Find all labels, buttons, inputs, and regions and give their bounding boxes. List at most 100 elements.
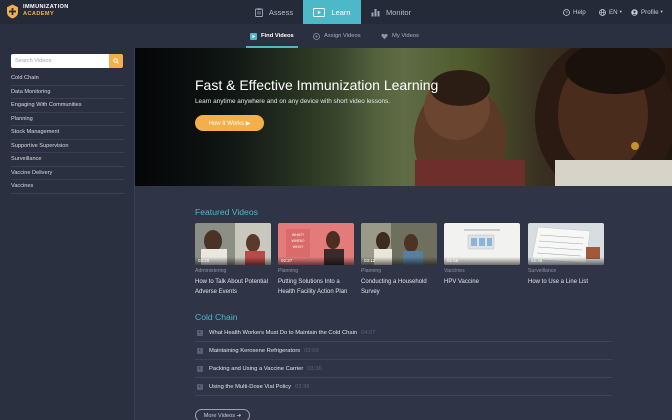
video-card[interactable]: 01:56 Vaccines HPV Vaccine	[444, 223, 520, 288]
video-title[interactable]: Putting Solutions Into a Health Facility…	[278, 278, 354, 297]
video-icon	[250, 32, 257, 40]
tab-find-videos-label: Find Videos	[261, 33, 294, 39]
list-item-title: What Health Workers Must Do to Maintain …	[209, 329, 358, 336]
brand[interactable]: IMMUNIZATION ACADEMY	[6, 4, 69, 19]
top-nav: IMMUNIZATION ACADEMY Assess Learn Monito…	[0, 0, 672, 24]
clipboard-icon	[254, 7, 263, 17]
main-tabs: Assess Learn Monitor	[245, 0, 421, 24]
search-input[interactable]	[11, 54, 109, 68]
tab-assign-videos[interactable]: Assign Videos	[313, 24, 361, 48]
video-card[interactable]: 03:12 Planning Conducting a Household Su…	[361, 223, 437, 297]
video-thumbnail[interactable]: 01:56	[444, 223, 520, 265]
svg-text:WHO?: WHO?	[293, 245, 304, 249]
svg-text:WHEN?: WHEN?	[292, 239, 305, 243]
cold-chain-video-list: What Health Workers Must Do to Maintain …	[195, 324, 612, 396]
list-item[interactable]: Packing and Using a Vaccine Carrier 03:3…	[195, 360, 612, 378]
language-label: EN	[609, 8, 618, 16]
help-label: Help	[573, 8, 586, 16]
video-duration: 02:45	[531, 258, 543, 263]
video-category: Administering	[195, 268, 227, 274]
sidebar-item-cold-chain[interactable]: Cold Chain	[11, 72, 124, 86]
help-icon: ?	[563, 8, 570, 16]
list-item[interactable]: What Health Workers Must Do to Maintain …	[195, 324, 612, 342]
video-duration: 01:56	[447, 258, 459, 263]
video-thumbnail[interactable]: 03:12	[361, 223, 437, 265]
tab-my-videos-label: My Videos	[392, 33, 419, 39]
sidebar-item-planning[interactable]: Planning	[11, 113, 124, 126]
svg-text:?: ?	[565, 10, 568, 15]
video-thumbnail[interactable]: WHAT? WHEN? WHO? 02:27	[278, 223, 354, 265]
video-category: Planning	[278, 268, 299, 274]
sidebar-item-supportive-supervision[interactable]: Supportive Supervision	[11, 140, 124, 153]
list-item-title: Using the Multi-Dose Vial Policy	[209, 383, 292, 390]
list-item-title: Packing and Using a Vaccine Carrier	[209, 365, 304, 372]
tab-learn-label: Learn	[331, 7, 351, 17]
video-category: Vaccines	[444, 268, 465, 274]
video-search	[11, 54, 123, 68]
list-item-title: Maintaining Kerosene Refrigerators	[209, 347, 301, 354]
play-icon	[197, 347, 203, 354]
hero-banner: Fast & Effective Immunization Learning L…	[135, 48, 672, 186]
sidebar-item-surveillance[interactable]: Surveillance	[11, 153, 124, 167]
play-icon	[197, 329, 203, 336]
video-duration: 03:20	[198, 258, 210, 263]
heart-icon	[381, 33, 388, 40]
sidebar-item-engaging-with-communities[interactable]: Engaging With Communities	[11, 99, 124, 113]
video-category: Surveillance	[528, 268, 557, 274]
video-card[interactable]: 02:45 Surveillance How to Use a Line Lis…	[528, 223, 604, 288]
search-button[interactable]	[109, 54, 123, 68]
sidebar-item-data-monitoring[interactable]: Data Monitoring	[11, 86, 124, 99]
assign-icon	[313, 32, 320, 40]
list-item-duration: 04:07	[361, 329, 376, 336]
help-link[interactable]: ? Help	[563, 0, 586, 24]
category-list: Cold Chain Data Monitoring Engaging With…	[11, 72, 124, 194]
how-it-works-button[interactable]: How It Works ▶	[195, 115, 264, 131]
profile-label: Profile	[641, 8, 659, 16]
video-duration: 03:12	[364, 258, 376, 263]
tab-learn[interactable]: Learn	[303, 0, 361, 24]
play-screen-icon	[313, 7, 326, 17]
play-icon	[197, 383, 203, 390]
immunization-academy-logo	[6, 4, 19, 19]
video-card[interactable]: 03:20 Administering How to Talk About Po…	[195, 223, 271, 297]
video-title[interactable]: How to Talk About Potential Adverse Even…	[195, 278, 271, 297]
list-item-duration: 03:36	[295, 383, 310, 390]
user-icon	[631, 8, 638, 16]
video-title[interactable]: HPV Vaccine	[444, 278, 520, 288]
list-item-duration: 03:36	[307, 365, 322, 372]
video-duration: 02:27	[281, 258, 293, 263]
more-videos-button[interactable]: More Videos ➔	[195, 409, 250, 420]
tab-monitor-label: Monitor	[385, 7, 411, 17]
hero-subtitle: Learn anytime anywhere and on any device…	[195, 98, 391, 105]
language-selector[interactable]: EN ▾	[599, 0, 622, 24]
search-icon	[113, 58, 119, 64]
list-item[interactable]: Using the Multi-Dose Vial Policy 03:36	[195, 378, 612, 396]
video-card[interactable]: WHAT? WHEN? WHO? 02:27 Planning Putting So…	[278, 223, 354, 297]
cold-chain-heading: Cold Chain	[195, 312, 238, 322]
profile-menu[interactable]: Profile ▾	[631, 0, 663, 24]
brand-line-2: ACADEMY	[23, 11, 55, 17]
globe-icon	[599, 8, 606, 16]
tab-find-videos[interactable]: Find Videos	[246, 24, 298, 48]
tab-monitor[interactable]: Monitor	[361, 0, 421, 24]
video-thumbnail[interactable]: 02:45	[528, 223, 604, 265]
video-title[interactable]: How to Use a Line List	[528, 278, 604, 288]
sidebar-item-vaccine-delivery[interactable]: Vaccine Delivery	[11, 167, 124, 180]
list-item-duration: 03:09	[304, 347, 319, 354]
video-thumbnail[interactable]: 03:20	[195, 223, 271, 265]
tab-assess[interactable]: Assess	[245, 0, 303, 24]
featured-videos-heading: Featured Videos	[195, 207, 258, 217]
svg-text:WHAT?: WHAT?	[292, 233, 304, 237]
bar-chart-icon	[371, 8, 380, 17]
chevron-down-icon: ▾	[660, 9, 663, 14]
chevron-down-icon: ▾	[619, 9, 622, 14]
play-icon	[197, 365, 203, 372]
tab-my-videos[interactable]: My Videos	[381, 24, 419, 48]
video-title[interactable]: Conducting a Household Survey	[361, 278, 437, 297]
tab-assign-videos-label: Assign Videos	[324, 33, 361, 39]
sidebar-item-vaccines[interactable]: Vaccines	[11, 180, 124, 194]
sub-nav: Find Videos Assign Videos My Videos	[0, 24, 672, 48]
sidebar: Cold Chain Data Monitoring Engaging With…	[0, 48, 135, 420]
list-item[interactable]: Maintaining Kerosene Refrigerators 03:09	[195, 342, 612, 360]
sidebar-item-stock-management[interactable]: Stock Management	[11, 126, 124, 140]
